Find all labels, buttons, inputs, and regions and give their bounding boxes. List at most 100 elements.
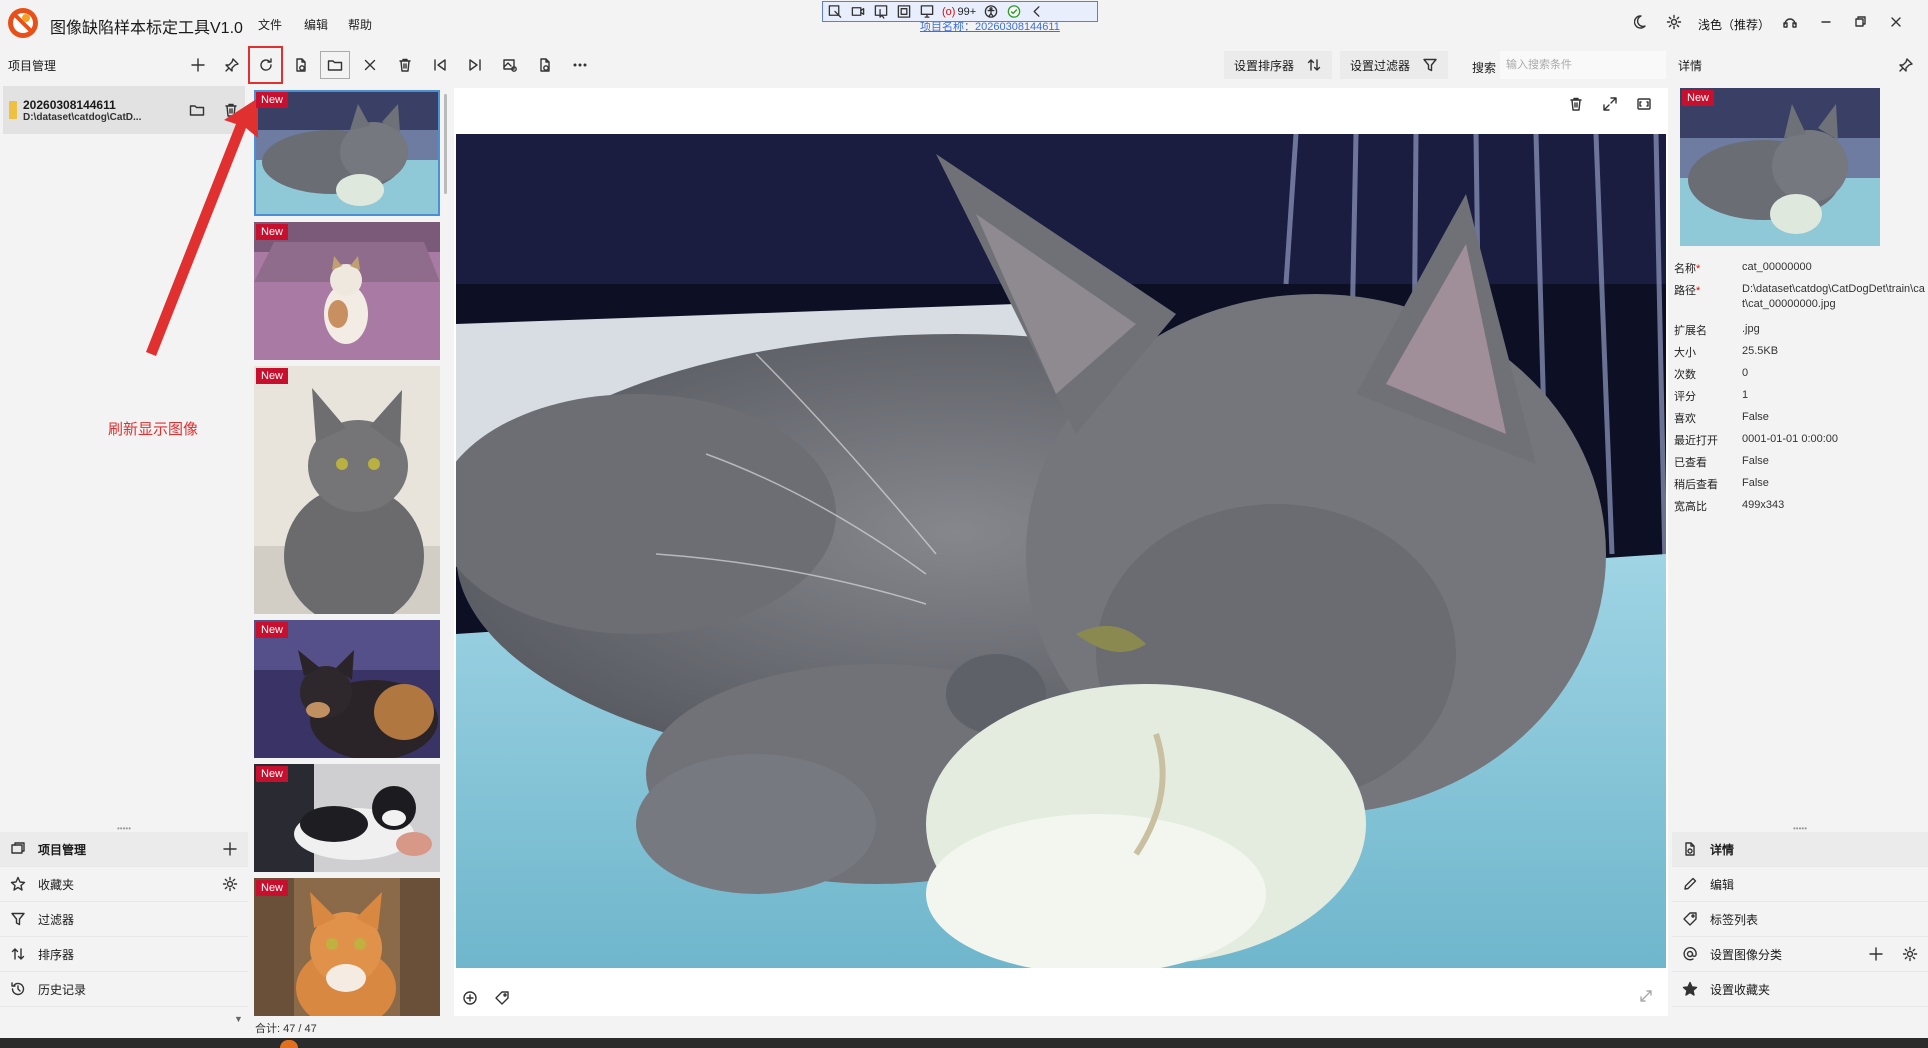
thumbnail-list[interactable]: New New New New New New [253, 88, 445, 1016]
thumbnail-item[interactable]: New [254, 878, 440, 1016]
category-settings-icon[interactable] [1902, 946, 1918, 962]
video-icon[interactable] [850, 4, 866, 19]
nav-item-projects[interactable]: 项目管理 [0, 832, 248, 867]
thumbnail-item[interactable]: New [254, 620, 440, 758]
dark-mode-icon[interactable] [1634, 14, 1650, 30]
nav-item-tag-list[interactable]: 标签列表 [1672, 902, 1928, 937]
close-icon[interactable] [1888, 14, 1904, 30]
star-filled-icon [1682, 981, 1698, 996]
prop-key: 稍后查看 [1674, 479, 1718, 491]
open-folder-button[interactable] [320, 51, 350, 79]
pin-icon[interactable] [224, 57, 240, 73]
export-button[interactable] [527, 46, 562, 84]
add-project-icon[interactable] [190, 57, 206, 73]
trash-icon [398, 58, 411, 72]
theme-selector[interactable]: 浅色（推荐） [1698, 16, 1770, 33]
tag-icon[interactable] [494, 990, 510, 1006]
last-image-button[interactable] [457, 46, 492, 84]
collapse-icon[interactable] [1029, 4, 1045, 19]
nav-item-filters[interactable]: 过滤器 [0, 902, 248, 937]
prop-name: 名称* cat_00000000 [1674, 256, 1926, 278]
add-icon[interactable] [222, 841, 238, 857]
thumbnail-item[interactable]: New [254, 90, 440, 216]
add-icon[interactable] [1868, 946, 1884, 962]
select-element-icon[interactable] [827, 4, 843, 19]
nav-item-label: 过滤器 [38, 912, 75, 927]
accessibility-icon[interactable] [983, 4, 999, 19]
details-preview: New [1680, 88, 1880, 246]
expand-icon[interactable] [1602, 96, 1618, 112]
new-badge: New [256, 92, 289, 108]
add-circle-icon[interactable] [462, 990, 478, 1006]
minimize-icon[interactable] [1818, 14, 1834, 30]
left-panel: 项目管理 20260308144611 D:\dataset\catdog\Ca… [0, 46, 248, 1024]
fit-screen-icon[interactable] [1636, 96, 1652, 112]
new-badge: New [1682, 90, 1715, 106]
left-scroll-down-icon[interactable]: ▼ [234, 1014, 243, 1024]
settings-gear-icon[interactable] [1666, 14, 1682, 30]
new-badge: New [256, 622, 289, 638]
nav-item-details[interactable]: 详情 [1672, 832, 1928, 867]
scrollbar-thumb[interactable] [444, 94, 447, 194]
favorites-settings-icon[interactable] [222, 876, 238, 892]
nav-item-history[interactable]: 历史记录 [0, 972, 248, 1007]
prop-count: 次数 0 [1674, 362, 1926, 384]
check-icon[interactable] [1006, 4, 1022, 19]
menu-edit[interactable]: 编辑 [304, 16, 328, 33]
right-panel: 详情 New 名称* cat_00000000 路径* D:\dataset\cat… [1672, 46, 1928, 1016]
pointer-icon[interactable] [873, 4, 889, 19]
first-image-button[interactable] [422, 46, 457, 84]
prop-path: 路径* D:\dataset\catdog\CatDogDet\train\cat… [1674, 278, 1926, 318]
nav-item-set-category[interactable]: 设置图像分类 [1672, 937, 1928, 972]
nav-item-label: 收藏夹 [38, 877, 75, 892]
details-preview-image [1680, 88, 1880, 246]
right-panel-splitter[interactable]: ••••• [1672, 824, 1928, 833]
set-sorter-button[interactable]: 设置排序器 [1224, 51, 1332, 79]
main-image[interactable] [456, 134, 1666, 968]
search-input[interactable] [1500, 51, 1666, 79]
delete-button[interactable] [387, 46, 422, 84]
nav-item-edit[interactable]: 编辑 [1672, 867, 1928, 902]
inspect-icon[interactable] [919, 4, 935, 19]
pin-icon[interactable] [1898, 57, 1914, 73]
nav-item-label: 设置收藏夹 [1710, 982, 1771, 997]
prop-key: 已查看 [1674, 457, 1707, 469]
taskbar-app-icon[interactable] [280, 1040, 298, 1048]
prop-value: .jpg [1742, 323, 1760, 335]
maximize-icon[interactable] [1852, 14, 1868, 30]
delete-project-icon[interactable] [223, 102, 239, 118]
refresh-button[interactable] [248, 46, 283, 84]
at-sign-icon [1683, 947, 1697, 961]
thumbnail-item[interactable]: New [254, 366, 440, 614]
more-button[interactable] [562, 46, 597, 84]
left-nav-list: 项目管理 收藏夹 过滤器 排序器 历史记录 [0, 832, 248, 1007]
viewer-resize-handle[interactable] [1638, 988, 1654, 1004]
thumbnail-item[interactable]: New [254, 222, 440, 360]
new-badge: New [256, 880, 289, 896]
menu-help[interactable]: 帮助 [348, 16, 372, 33]
project-list-item[interactable]: 20260308144611 D:\dataset\catdog\CatD... [3, 86, 245, 134]
pencil-icon [1684, 877, 1697, 890]
left-panel-splitter[interactable]: ••••• [0, 824, 248, 833]
open-folder-icon[interactable] [189, 102, 205, 118]
nav-item-label: 标签列表 [1710, 912, 1759, 927]
project-item-name: 20260308144611 [23, 97, 116, 112]
nav-item-favorites[interactable]: 收藏夹 [0, 867, 248, 902]
nav-item-set-favorites[interactable]: 设置收藏夹 [1672, 972, 1928, 1007]
help-support-icon[interactable] [1782, 14, 1798, 30]
thumbnail-scrollbar[interactable] [443, 88, 449, 1016]
set-filter-button[interactable]: 设置过滤器 [1340, 51, 1448, 79]
menu-file[interactable]: 文件 [258, 16, 282, 33]
title-bar: 图像缺陷样本标定工具V1.0 文件 编辑 帮助 项目名称：20260308144… [0, 0, 1928, 46]
thumbnail-item[interactable]: New [254, 764, 440, 872]
clear-button[interactable] [352, 46, 387, 84]
set-filter-label: 设置过滤器 [1350, 58, 1411, 73]
prop-value: 1 [1742, 389, 1749, 401]
annotation-label: 刷新显示图像 [108, 421, 199, 438]
image-list-button[interactable] [492, 46, 527, 84]
import-image-button[interactable] [283, 46, 318, 84]
image-properties: 名称* cat_00000000 路径* D:\dataset\catdog\Cat… [1674, 256, 1926, 516]
nav-item-sorters[interactable]: 排序器 [0, 937, 248, 972]
frame-icon[interactable] [896, 4, 912, 19]
delete-image-icon[interactable] [1568, 96, 1584, 112]
